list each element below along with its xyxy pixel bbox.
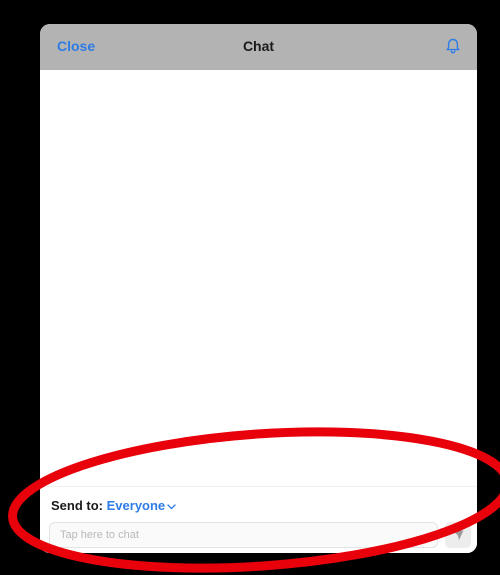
recipient-label: Everyone bbox=[106, 498, 166, 513]
chevron-down-icon bbox=[167, 503, 176, 509]
recipient-selector[interactable]: Everyone bbox=[107, 498, 177, 513]
chat-panel: Close Chat Send to: Everyone bbox=[40, 24, 477, 553]
chat-input[interactable] bbox=[49, 522, 438, 548]
send-to-row: Send to: Everyone bbox=[51, 498, 176, 513]
chat-title: Chat bbox=[242, 38, 275, 54]
message-list[interactable] bbox=[40, 70, 477, 486]
chat-header: Close Chat bbox=[40, 24, 477, 70]
send-to-label: Send to: bbox=[51, 498, 103, 513]
chat-footer: Send to: Everyone bbox=[40, 486, 477, 553]
send-icon bbox=[452, 530, 464, 540]
bell-icon[interactable] bbox=[444, 37, 462, 55]
send-button[interactable] bbox=[445, 522, 471, 548]
screen: Close Chat Send to: Everyone bbox=[0, 0, 500, 575]
